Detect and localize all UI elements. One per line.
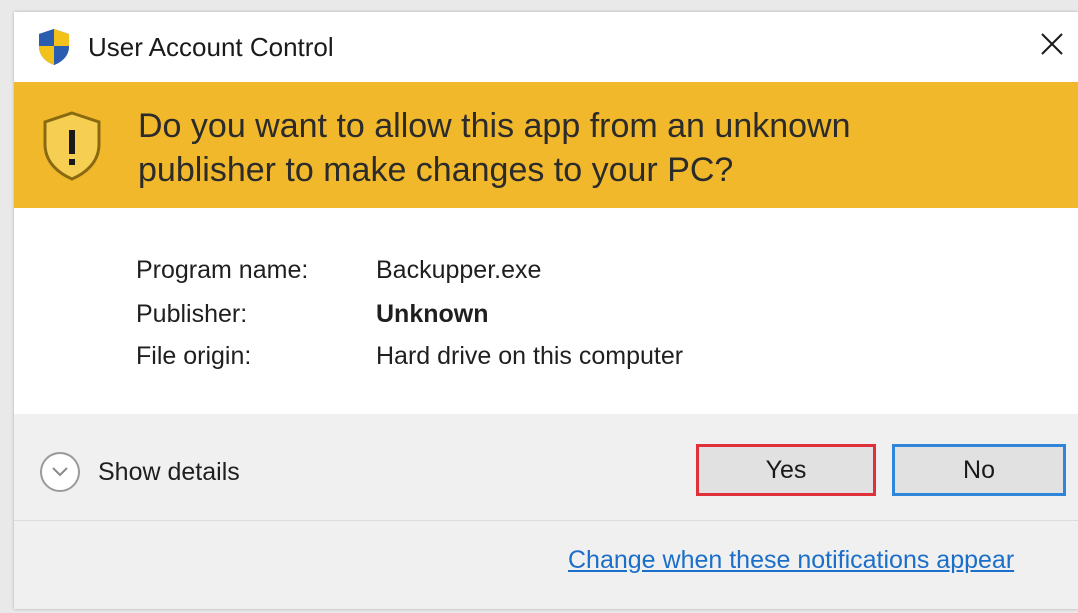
window-title: User Account Control	[88, 32, 334, 62]
uac-dialog: User Account Control Do you want to allo…	[14, 12, 1078, 609]
show-details-label: Show details	[98, 457, 240, 486]
change-notifications-link[interactable]: Change when these notifications appear	[568, 546, 1014, 575]
detail-value: Hard drive on this computer	[376, 342, 684, 370]
warning-banner: Do you want to allow this app from an un…	[14, 82, 1078, 208]
detail-label: Program name:	[136, 256, 309, 284]
detail-value: Unknown	[376, 300, 489, 328]
divider	[14, 520, 1078, 521]
warning-shield-icon	[40, 110, 104, 182]
title-bar: User Account Control	[14, 12, 1078, 80]
show-details-toggle[interactable]: Show details	[40, 452, 240, 492]
detail-label: File origin:	[136, 342, 252, 370]
banner-question-line2: publisher to make changes to your PC?	[138, 151, 734, 189]
yes-button[interactable]: Yes	[696, 444, 876, 496]
close-button[interactable]	[1032, 22, 1072, 66]
banner-question-line1: Do you want to allow this app from an un…	[138, 107, 851, 145]
banner-question: Do you want to allow this app from an un…	[138, 104, 1038, 192]
detail-label: Publisher:	[136, 300, 248, 328]
close-icon	[1041, 33, 1063, 55]
program-details: Program name: Backupper.exe Publisher: U…	[14, 208, 1078, 414]
no-button[interactable]: No	[892, 444, 1066, 496]
uac-shield-icon	[36, 28, 72, 66]
detail-value: Backupper.exe	[376, 256, 542, 284]
chevron-down-icon	[40, 452, 80, 492]
action-area: Show details Yes No Change when these no…	[14, 414, 1078, 609]
